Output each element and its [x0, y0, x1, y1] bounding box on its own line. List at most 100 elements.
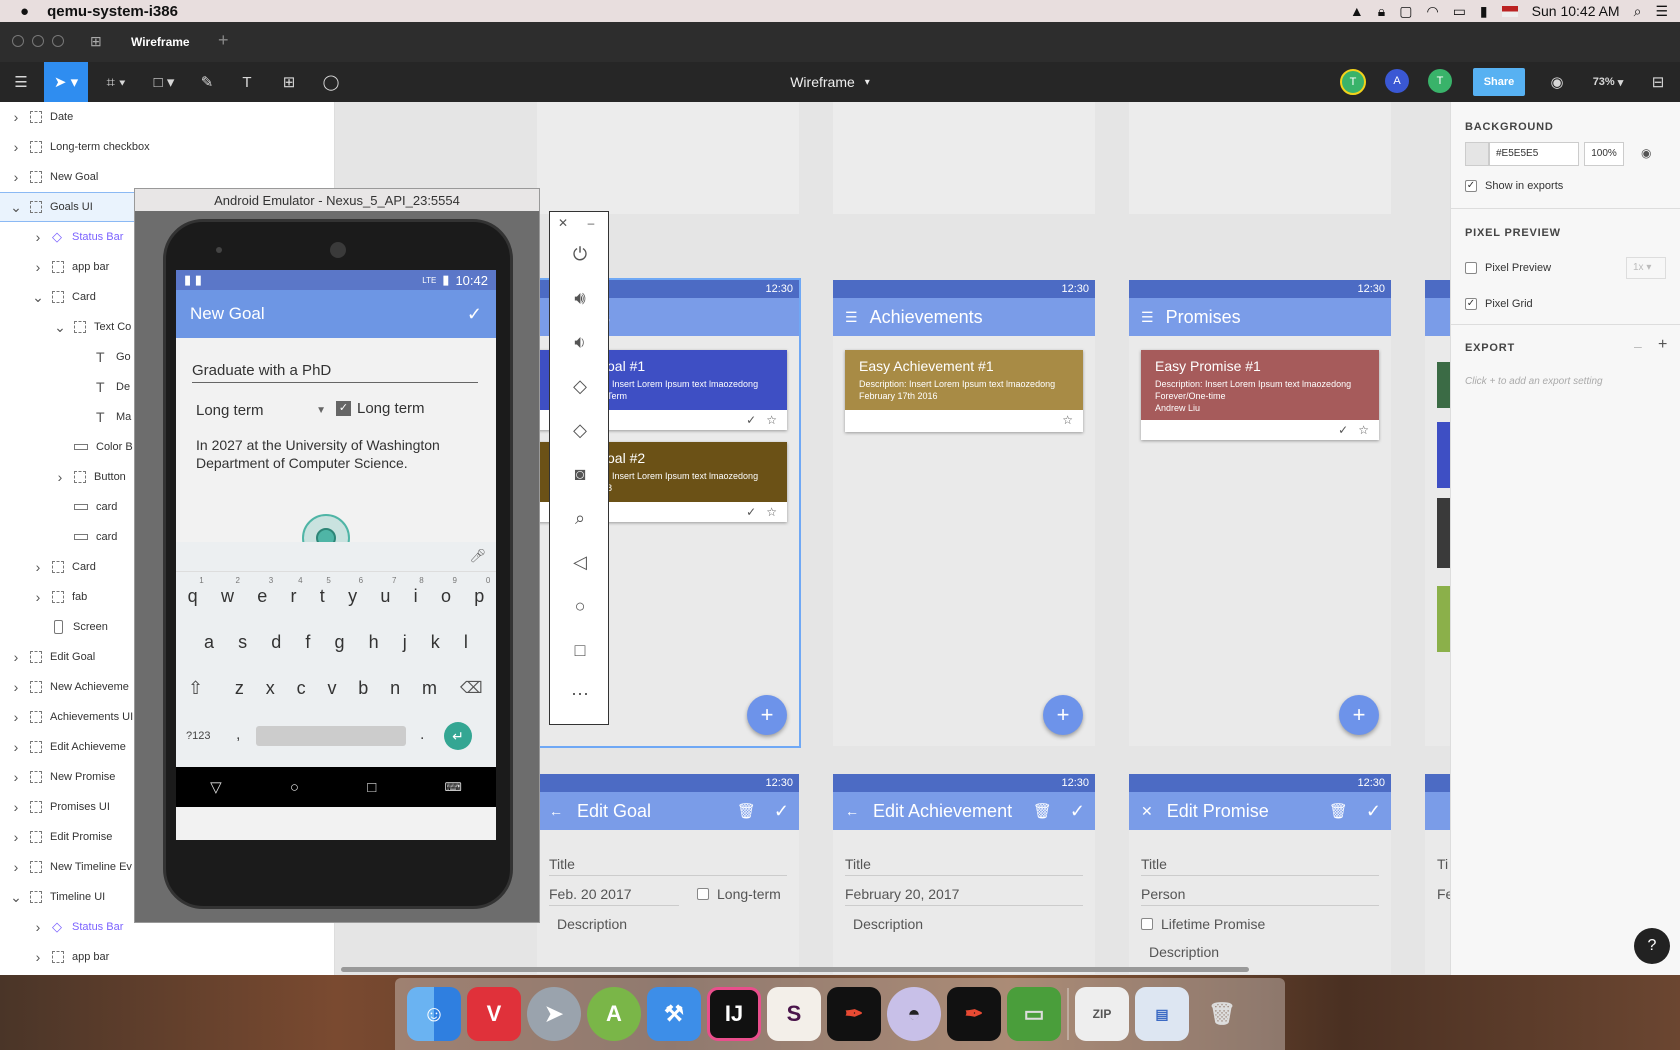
- check-icon[interactable]: ✓: [1070, 801, 1085, 822]
- share-button[interactable]: Share: [1473, 68, 1525, 96]
- title-field[interactable]: Title: [845, 856, 1083, 876]
- battery-icon[interactable]: ▮: [1480, 3, 1488, 20]
- components-tool[interactable]: ⊞: [278, 62, 300, 102]
- key-c[interactable]: c: [297, 678, 306, 699]
- person-field[interactable]: Person: [1141, 886, 1379, 906]
- finder-icon[interactable]: ☺: [407, 987, 461, 1041]
- menu-app-name[interactable]: qemu-system-i386: [47, 3, 178, 20]
- key-d[interactable]: d: [271, 632, 281, 653]
- description-input[interactable]: In 2027 at the University of Washington …: [196, 436, 482, 472]
- rotate-left-icon[interactable]: ◇: [550, 376, 610, 397]
- chevron-down-icon[interactable]: ⌄: [32, 289, 44, 306]
- key-e[interactable]: 3e: [257, 576, 273, 607]
- trash-icon[interactable]: 🗑︎: [1329, 802, 1348, 820]
- bg-opacity-input[interactable]: 100%: [1584, 142, 1624, 166]
- chevron-right-icon[interactable]: ›: [32, 919, 44, 935]
- chevron-down-icon[interactable]: ⌄: [54, 319, 66, 336]
- sketch-2-icon[interactable]: ✒: [947, 987, 1001, 1041]
- trash-icon[interactable]: 🗑︎: [1195, 987, 1249, 1041]
- comment-tool[interactable]: ◯: [320, 62, 342, 102]
- artboard-partial[interactable]: Ti Fe: [1425, 774, 1450, 974]
- minimize-icon[interactable]: –: [578, 216, 604, 230]
- key-q[interactable]: 1q: [188, 576, 204, 607]
- avatar[interactable]: T: [1428, 69, 1452, 93]
- check-icon[interactable]: ✓: [467, 304, 482, 325]
- pen-tool[interactable]: ✎: [196, 62, 218, 102]
- key-w[interactable]: 2w: [221, 576, 240, 607]
- document-title[interactable]: Wireframe ▾: [760, 62, 900, 102]
- sketch-icon[interactable]: ✒: [827, 987, 881, 1041]
- back-icon[interactable]: ◁: [550, 552, 610, 573]
- key-g[interactable]: g: [334, 632, 344, 653]
- chevron-right-icon[interactable]: ›: [32, 259, 44, 275]
- chevron-right-icon[interactable]: ›: [10, 769, 22, 785]
- long-term-checkbox[interactable]: Long-term: [697, 886, 781, 902]
- camera-icon[interactable]: ◙: [550, 464, 610, 485]
- chevron-right-icon[interactable]: ›: [10, 859, 22, 875]
- nav-back-icon[interactable]: ▽: [210, 778, 222, 796]
- key-m[interactable]: m: [422, 678, 437, 699]
- chevron-right-icon[interactable]: ›: [10, 169, 22, 185]
- checkbox-checked[interactable]: ✓: [1465, 298, 1477, 310]
- check-icon[interactable]: ✓: [774, 801, 789, 822]
- key-r[interactable]: 4r: [291, 576, 303, 607]
- zoom-select[interactable]: 73% ▾: [1585, 62, 1631, 102]
- wifi-icon[interactable]: ◠: [1426, 3, 1438, 20]
- artboard-achievements[interactable]: 12:30 ☰ Achievements Easy Achievement #1 D…: [833, 280, 1095, 746]
- window-zoom-button[interactable]: [52, 35, 64, 47]
- select-tool[interactable]: ➤ ▾: [44, 62, 88, 102]
- achievement-card[interactable]: Easy Achievement #1 Description: Insert L…: [845, 350, 1083, 432]
- star-icon[interactable]: ☆: [766, 505, 777, 519]
- trash-icon[interactable]: 🗑︎: [737, 802, 756, 820]
- minus-icon[interactable]: –: [1634, 338, 1642, 354]
- key-n[interactable]: n: [390, 678, 400, 699]
- nav-recents-icon[interactable]: □: [367, 779, 376, 796]
- horizontal-scrollbar[interactable]: [341, 967, 1249, 972]
- sublime-icon[interactable]: ▭: [1007, 987, 1061, 1041]
- visibility-eye-icon[interactable]: ◉: [1641, 146, 1651, 160]
- key-y[interactable]: 6y: [348, 576, 363, 607]
- key-b[interactable]: b: [358, 678, 368, 699]
- key-k[interactable]: k: [431, 632, 440, 653]
- artboard-timeline-partial[interactable]: [1425, 280, 1450, 746]
- screenshot-icon[interactable]: ▤: [1135, 987, 1189, 1041]
- chevron-right-icon[interactable]: ›: [10, 829, 22, 845]
- window-close-button[interactable]: [12, 35, 24, 47]
- zoom-icon[interactable]: ⌕: [550, 508, 610, 529]
- layer-item[interactable]: › Long-term checkbox: [0, 132, 334, 162]
- pixel-grid-option[interactable]: ✓ Pixel Grid: [1465, 298, 1533, 310]
- key-u[interactable]: 7u: [380, 576, 396, 607]
- long-term-checkbox[interactable]: ✓ Long term: [336, 400, 425, 417]
- menubar-clock[interactable]: Sun 10:42 AM: [1532, 3, 1620, 19]
- artboard-edit-goal[interactable]: 12:30 ← Edit Goal 🗑︎ ✓ Title Feb. 20 2017 L…: [537, 774, 799, 974]
- key-i[interactable]: 8i: [414, 576, 424, 607]
- power-icon[interactable]: ⏻: [550, 244, 610, 265]
- grid-icon[interactable]: ⊞: [90, 33, 102, 50]
- chevron-right-icon[interactable]: ›: [10, 739, 22, 755]
- add-export-button[interactable]: +: [1658, 336, 1667, 354]
- backspace-icon[interactable]: ⌫: [460, 678, 483, 698]
- flag-icon[interactable]: [1501, 5, 1518, 17]
- description-field[interactable]: Description: [557, 916, 627, 932]
- pixel-preview-option[interactable]: Pixel Preview: [1465, 262, 1551, 274]
- space-key[interactable]: [256, 726, 406, 746]
- xcode-icon[interactable]: ⚒: [647, 987, 701, 1041]
- chevron-right-icon[interactable]: ›: [32, 229, 44, 245]
- checkbox-checked[interactable]: ✓: [1465, 180, 1477, 192]
- bg-color-swatch[interactable]: [1465, 142, 1489, 166]
- artboard-promises[interactable]: 12:30 ☰ Promises Easy Promise #1 Descripti…: [1129, 280, 1391, 746]
- search-icon[interactable]: ⌕: [1634, 3, 1642, 20]
- overview-icon[interactable]: □: [550, 640, 610, 661]
- fab-add-button[interactable]: +: [1043, 695, 1083, 735]
- key-z[interactable]: z: [235, 678, 244, 699]
- date-select[interactable]: February 20, 2017: [845, 886, 1083, 906]
- avatar[interactable]: A: [1385, 69, 1409, 93]
- key-s[interactable]: s: [238, 632, 247, 653]
- github-icon[interactable]: ◓: [887, 987, 941, 1041]
- checkbox[interactable]: [1465, 262, 1477, 274]
- intellij-icon[interactable]: IJ: [707, 987, 761, 1041]
- phone-screen[interactable]: ▮ ▮ LTE ▮ 10:42 New Goal ✓ Graduate with a…: [176, 270, 496, 840]
- check-icon[interactable]: ✓: [746, 505, 756, 519]
- shift-icon[interactable]: ⇧: [188, 678, 203, 699]
- nav-home-icon[interactable]: ○: [290, 779, 299, 796]
